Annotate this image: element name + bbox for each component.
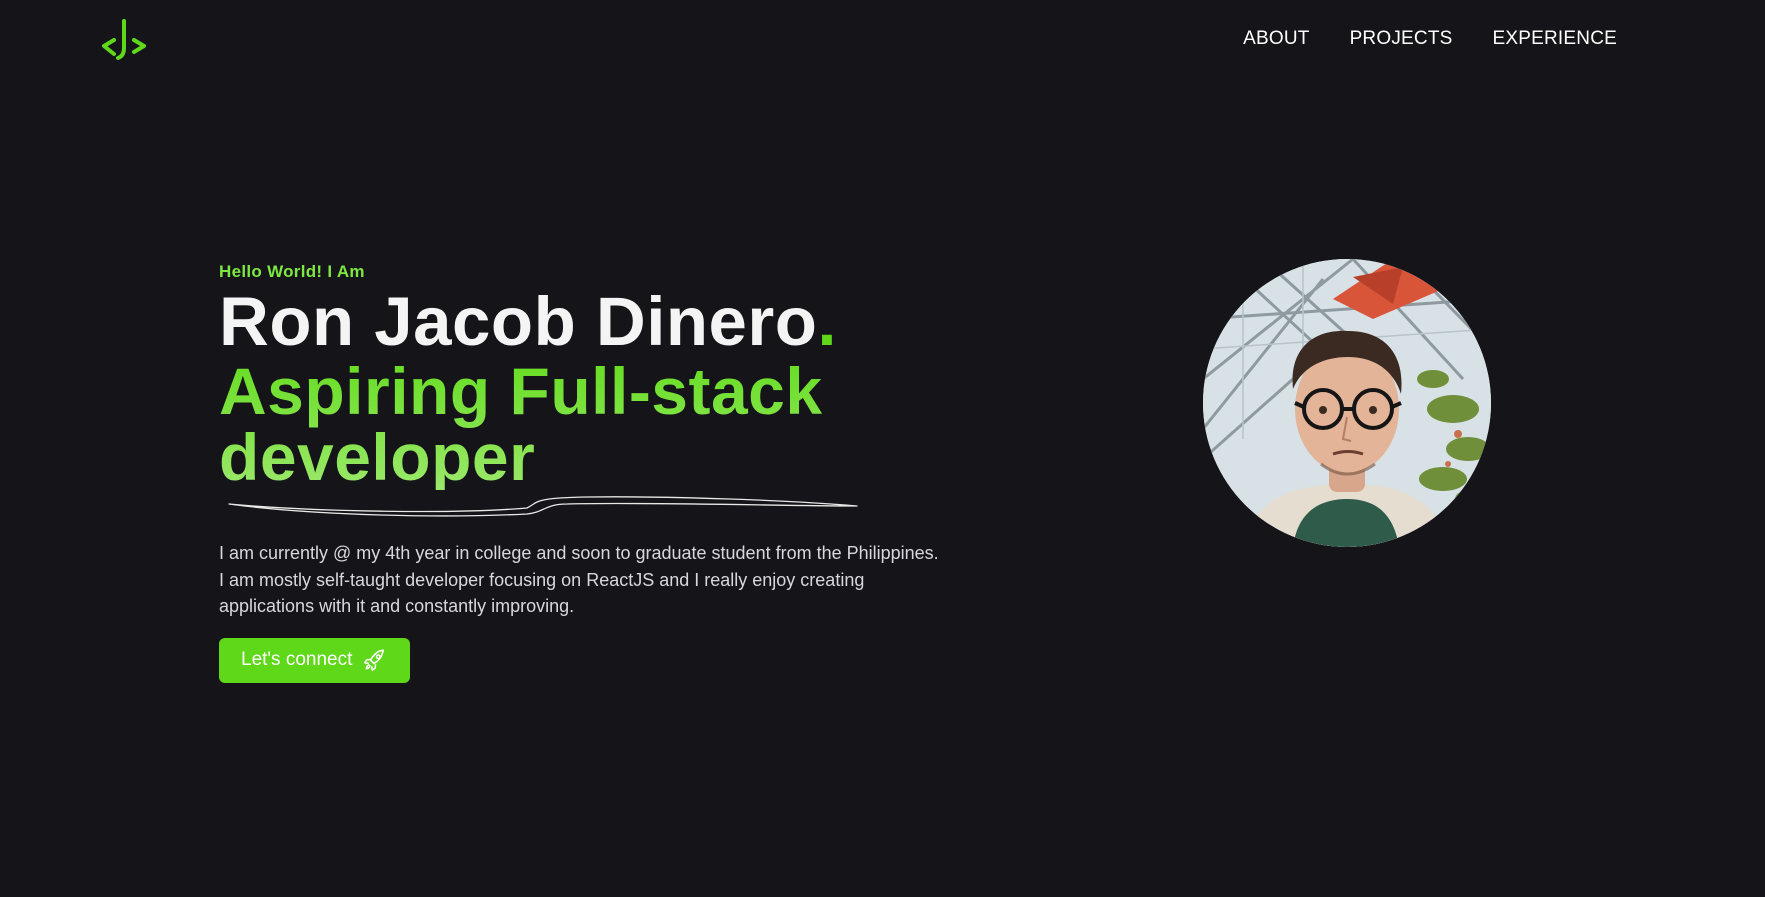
role-line-1: Aspiring Full-stack <box>219 354 823 428</box>
profile-photo-illustration <box>1203 259 1491 547</box>
cta-label: Let's connect <box>241 649 353 670</box>
nav-experience[interactable]: EXPERIENCE <box>1493 28 1617 50</box>
code-chevron-logo[interactable] <box>100 18 148 62</box>
nav-about[interactable]: ABOUT <box>1243 28 1309 50</box>
portfolio-page: ABOUT PROJECTS EXPERIENCE Hello World! I… <box>0 0 1765 897</box>
name-text: Ron Jacob Dinero <box>219 283 818 360</box>
hero-name: Ron Jacob Dinero. <box>219 286 979 358</box>
profile-photo <box>1203 259 1491 547</box>
nav-projects[interactable]: PROJECTS <box>1350 28 1453 50</box>
main-nav: ABOUT PROJECTS EXPERIENCE <box>1243 28 1617 50</box>
brush-underline-decoration <box>228 496 858 517</box>
role-line-2: developer <box>219 420 536 494</box>
hero-bio: I am currently @ my 4th year in college … <box>219 543 939 616</box>
rocket-icon <box>364 649 385 672</box>
hero-role: Aspiring Full-stack developer <box>219 358 979 490</box>
name-dot: . <box>817 283 838 360</box>
hero-section: Hello World! I Am Ron Jacob Dinero. Aspi… <box>219 262 979 683</box>
lets-connect-button[interactable]: Let's connect <box>219 637 411 683</box>
greeting-text: Hello World! I Am <box>219 262 365 281</box>
